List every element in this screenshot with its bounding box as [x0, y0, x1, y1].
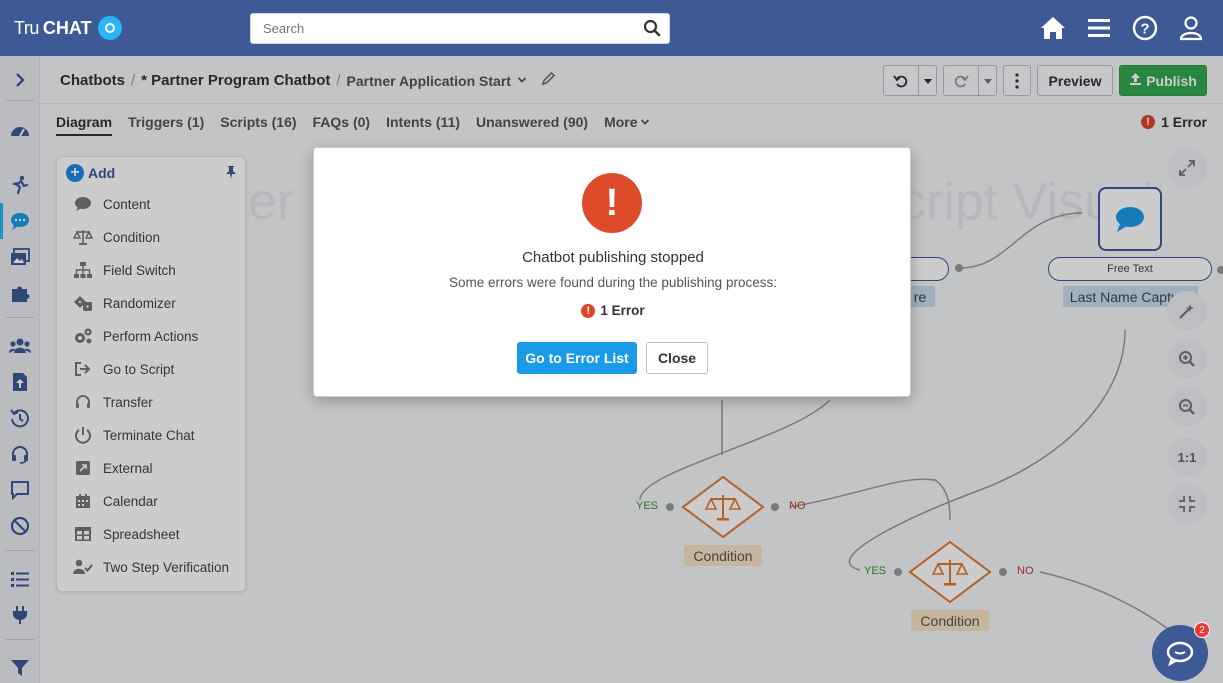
dialog-message: Some errors were found during the publis…: [449, 275, 777, 290]
exclamation-icon: !: [582, 173, 642, 233]
chat-bubbles-icon: [1166, 641, 1194, 666]
dialog-title: Chatbot publishing stopped: [522, 249, 704, 266]
go-to-error-list-button[interactable]: Go to Error List: [517, 342, 637, 374]
publish-error-dialog: ! Chatbot publishing stopped Some errors…: [313, 147, 911, 397]
notification-badge: 2: [1194, 622, 1210, 638]
close-button[interactable]: Close: [646, 342, 708, 374]
dialog-error-count: ! 1 Error: [314, 303, 912, 318]
dialog-error-label: 1 Error: [600, 303, 645, 318]
error-alert-icon: !: [581, 303, 596, 318]
